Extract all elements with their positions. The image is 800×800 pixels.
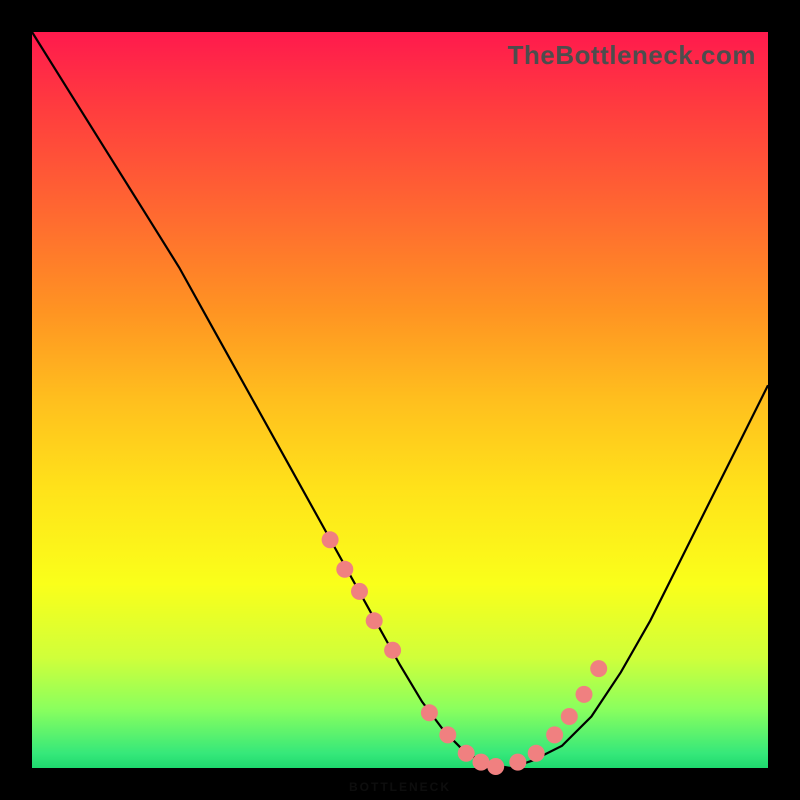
marker-dot (439, 726, 456, 743)
marker-dot (458, 745, 475, 762)
marker-dot (384, 642, 401, 659)
marker-dot (546, 726, 563, 743)
marker-dot (576, 686, 593, 703)
plot-area: TheBottleneck.com (32, 32, 768, 768)
marker-dot (590, 660, 607, 677)
marker-dot (421, 704, 438, 721)
marker-dot (561, 708, 578, 725)
marker-group (322, 531, 608, 775)
chart-frame: TheBottleneck.com BOTTLENECK (0, 0, 800, 800)
marker-dot (528, 745, 545, 762)
marker-dot (509, 754, 526, 771)
marker-dot (366, 612, 383, 629)
marker-dot (351, 583, 368, 600)
marker-dot (322, 531, 339, 548)
chart-svg (32, 32, 768, 768)
bottleneck-curve (32, 32, 768, 768)
marker-dot (487, 758, 504, 775)
signature: BOTTLENECK (349, 780, 451, 794)
marker-dot (473, 754, 490, 771)
marker-dot (336, 561, 353, 578)
